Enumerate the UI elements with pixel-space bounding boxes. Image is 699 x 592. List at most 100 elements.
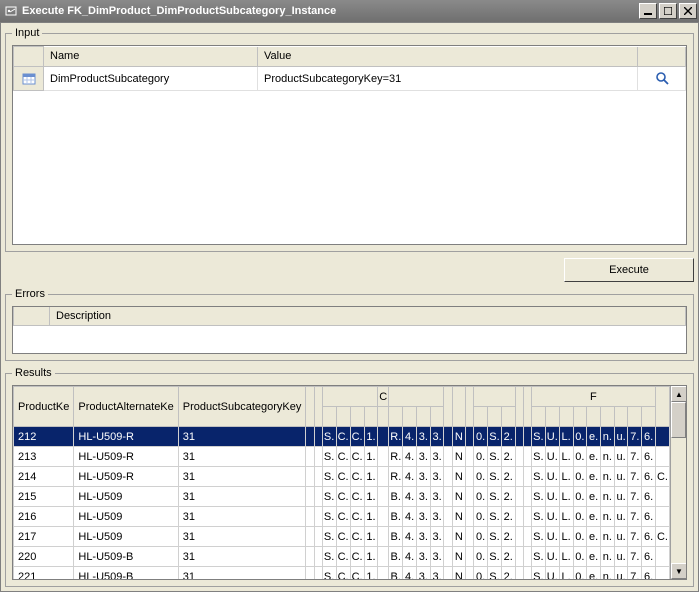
results-subcol-v[interactable] [559,407,573,427]
table-cell[interactable]: 4. [403,547,417,567]
table-cell[interactable]: S. [531,547,545,567]
table-cell[interactable]: N [452,547,466,567]
table-cell[interactable]: S. [322,427,336,447]
results-subcol-k[interactable] [430,407,444,427]
table-cell[interactable]: S. [487,487,501,507]
input-cell-name[interactable]: DimProductSubcategory [44,67,258,91]
table-cell[interactable]: HL-U509-R [74,427,178,447]
table-cell[interactable]: S. [531,567,545,580]
table-cell[interactable]: 220 [14,547,74,567]
table-cell[interactable]: S. [531,447,545,467]
table-cell[interactable]: 1. [364,567,378,580]
table-cell[interactable]: 4. [403,487,417,507]
table-cell[interactable]: HL-U509-B [74,567,178,580]
table-cell[interactable]: C. [336,567,350,580]
table-cell[interactable]: U. [545,487,559,507]
table-cell[interactable] [515,547,523,567]
table-cell[interactable] [378,547,389,567]
table-cell[interactable]: S. [531,487,545,507]
results-subcol-g[interactable] [378,407,389,427]
table-cell[interactable]: 0. [474,427,488,447]
results-subcol-j[interactable] [416,407,430,427]
table-cell[interactable]: 31 [178,447,306,467]
results-subcol-c[interactable] [322,407,336,427]
table-cell[interactable]: N [452,527,466,547]
table-cell[interactable] [378,507,389,527]
table-cell[interactable]: 2. [501,447,515,467]
table-cell[interactable]: L. [559,447,573,467]
table-cell[interactable]: 0. [573,567,587,580]
table-cell[interactable]: 3. [416,527,430,547]
table-cell[interactable]: C. [350,467,364,487]
results-subcol-p[interactable] [487,407,501,427]
table-cell[interactable]: C. [336,447,350,467]
table-cell[interactable]: e. [587,507,601,527]
table-cell[interactable]: R. [389,447,403,467]
table-cell[interactable]: n. [600,547,614,567]
table-cell[interactable]: 3. [430,467,444,487]
table-cell[interactable]: 4. [403,567,417,580]
table-cell[interactable]: 2. [501,567,515,580]
table-cell[interactable]: 2. [501,427,515,447]
table-cell[interactable]: R. [389,427,403,447]
table-cell[interactable] [655,427,669,447]
table-cell[interactable]: n. [600,467,614,487]
table-cell[interactable]: e. [587,567,601,580]
table-cell[interactable]: S. [531,467,545,487]
table-cell[interactable] [515,447,523,467]
table-cell[interactable]: S. [322,447,336,467]
table-cell[interactable]: C. [350,447,364,467]
table-cell[interactable]: S. [531,427,545,447]
errors-col-description[interactable]: Description [50,307,686,326]
table-cell[interactable]: B. [389,547,403,567]
results-col-productsubcategorykey[interactable]: ProductSubcategoryKey [178,387,306,427]
table-cell[interactable]: L. [559,567,573,580]
table-cell[interactable]: 3. [430,527,444,547]
minimize-button[interactable] [639,3,657,19]
table-cell[interactable] [515,527,523,547]
table-cell[interactable]: C. [350,527,364,547]
table-cell[interactable] [444,567,452,580]
table-cell[interactable] [515,507,523,527]
table-cell[interactable]: HL-U509-R [74,467,178,487]
table-cell[interactable]: HL-U509 [74,527,178,547]
table-cell[interactable]: 0. [474,467,488,487]
table-cell[interactable]: C. [350,487,364,507]
table-cell[interactable]: C. [336,507,350,527]
table-cell[interactable] [306,527,314,547]
table-cell[interactable]: 3. [430,507,444,527]
table-cell[interactable]: e. [587,527,601,547]
maximize-button[interactable] [659,3,677,19]
results-subcol-o[interactable] [474,407,488,427]
table-cell[interactable] [515,487,523,507]
table-row[interactable]: 220HL-U509-B31S.C.C.1.B.4.3.3.N0.S.2.S.U… [14,547,670,567]
table-cell[interactable]: e. [587,467,601,487]
table-cell[interactable]: 0. [474,567,488,580]
results-subcol-w[interactable] [573,407,587,427]
table-cell[interactable]: u. [614,487,628,507]
close-button[interactable] [679,3,697,19]
table-cell[interactable]: 3. [416,467,430,487]
table-cell[interactable]: 1. [364,467,378,487]
table-cell[interactable]: C. [655,527,669,547]
table-cell[interactable]: S. [487,467,501,487]
table-cell[interactable]: 7. [628,427,642,447]
table-cell[interactable]: n. [600,527,614,547]
table-cell[interactable] [314,487,322,507]
table-cell[interactable]: U. [545,567,559,580]
results-subcol-aa[interactable] [628,407,642,427]
table-cell[interactable]: 31 [178,547,306,567]
table-cell[interactable]: HL-U509-R [74,447,178,467]
table-cell[interactable]: S. [322,507,336,527]
table-cell[interactable]: n. [600,507,614,527]
lookup-button[interactable] [644,69,679,86]
table-cell[interactable]: 0. [474,507,488,527]
table-cell[interactable] [444,487,452,507]
table-cell[interactable] [444,447,452,467]
results-colgroup-3[interactable] [474,387,515,407]
table-cell[interactable]: N [452,507,466,527]
table-cell[interactable]: n. [600,487,614,507]
table-cell[interactable]: 31 [178,507,306,527]
table-cell[interactable]: 7. [628,507,642,527]
results-subcol-i[interactable] [403,407,417,427]
